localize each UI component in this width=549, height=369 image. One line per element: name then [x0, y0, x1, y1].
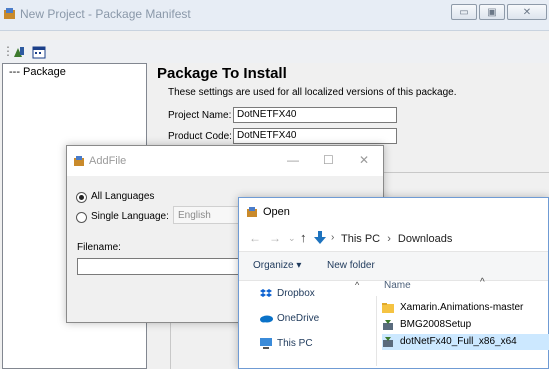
installer-icon: [383, 320, 393, 330]
tree-item-package[interactable]: --- Package: [9, 66, 66, 78]
calendar-icon[interactable]: [32, 45, 46, 59]
navigation-bar: ← → ⌄ ↑ › This PC › Downloads: [239, 225, 548, 251]
list-item[interactable]: dotNetFx40_Full_x86_x64: [382, 334, 549, 350]
filename-label: Filename:: [77, 242, 121, 253]
column-header-name[interactable]: Name: [384, 280, 411, 291]
up-arrow-icon[interactable]: ↑: [300, 230, 307, 245]
package-description: These settings are used for all localize…: [168, 87, 457, 98]
computer-icon: [260, 338, 272, 349]
list-item[interactable]: Xamarin.Animations-master: [382, 300, 549, 316]
dropbox-icon: [260, 289, 272, 297]
single-language-radio[interactable]: [76, 212, 87, 223]
breadcrumb: This PC › Downloads: [341, 233, 453, 245]
all-languages-label: All Languages: [91, 191, 155, 202]
addfile-title: AddFile: [89, 155, 127, 167]
main-title-bar: New Project - Package Manifest ▭ ▣ ✕: [0, 0, 549, 31]
navigation-pane: ^ Dropbox OneDrive This PC: [239, 280, 371, 368]
minimize-button[interactable]: ▭: [451, 4, 477, 20]
open-dialog: Open ← → ⌄ ↑ › This PC › Downloads Organ…: [238, 197, 549, 369]
addfile-title-bar: AddFile — ☐ ✕: [67, 146, 383, 176]
maximize-button[interactable]: ☐: [323, 153, 334, 167]
main-window-title: New Project - Package Manifest: [20, 7, 191, 21]
onedrive-icon: [260, 315, 273, 323]
back-icon[interactable]: ←: [249, 231, 261, 245]
language-value: English: [178, 210, 211, 221]
product-code-label: Product Code:: [168, 131, 232, 142]
maximize-button[interactable]: ▣: [479, 4, 505, 20]
project-name-label: Project Name:: [168, 110, 232, 121]
list-item[interactable]: BMG2008Setup: [382, 317, 549, 333]
app-icon: [74, 156, 84, 166]
open-title: Open: [263, 206, 290, 218]
language-select[interactable]: English: [173, 206, 239, 224]
single-language-label: Single Language:: [91, 211, 169, 222]
installer-icon: [383, 337, 393, 347]
open-title-bar: Open: [239, 198, 548, 225]
breadcrumb-item[interactable]: Downloads: [398, 233, 452, 245]
downloads-icon: [314, 231, 326, 244]
command-bar: Organize ▾ New folder: [239, 251, 548, 281]
divider: [376, 296, 377, 366]
organize-button[interactable]: Organize ▾: [253, 260, 301, 271]
new-folder-button[interactable]: New folder: [327, 260, 375, 271]
app-icon: [247, 207, 257, 217]
sort-indicator-icon: ^: [480, 277, 485, 288]
filename-field[interactable]: [77, 258, 247, 275]
close-button[interactable]: ✕: [359, 153, 369, 167]
product-code-field[interactable]: DotNETFX40: [233, 128, 397, 144]
breadcrumb-separator: ›: [331, 232, 335, 243]
add-file-icon[interactable]: [12, 45, 26, 59]
breadcrumb-item[interactable]: This PC: [341, 233, 380, 245]
all-languages-radio[interactable]: [76, 192, 87, 203]
forward-icon[interactable]: →: [269, 231, 281, 245]
scroll-up-icon[interactable]: ^: [355, 280, 359, 290]
close-button[interactable]: ✕: [507, 4, 547, 20]
file-list: ^ Name Xamarin.Animations-master BMG2008…: [376, 277, 549, 368]
page-title: Package To Install: [157, 65, 287, 82]
minimize-button[interactable]: —: [287, 153, 299, 167]
chevron-down-icon[interactable]: ⌄: [288, 233, 296, 244]
folder-icon: [382, 303, 394, 313]
app-icon: [4, 8, 15, 19]
toolbar: ⋮: [0, 40, 549, 64]
project-name-field[interactable]: DotNETFX40: [233, 107, 397, 123]
